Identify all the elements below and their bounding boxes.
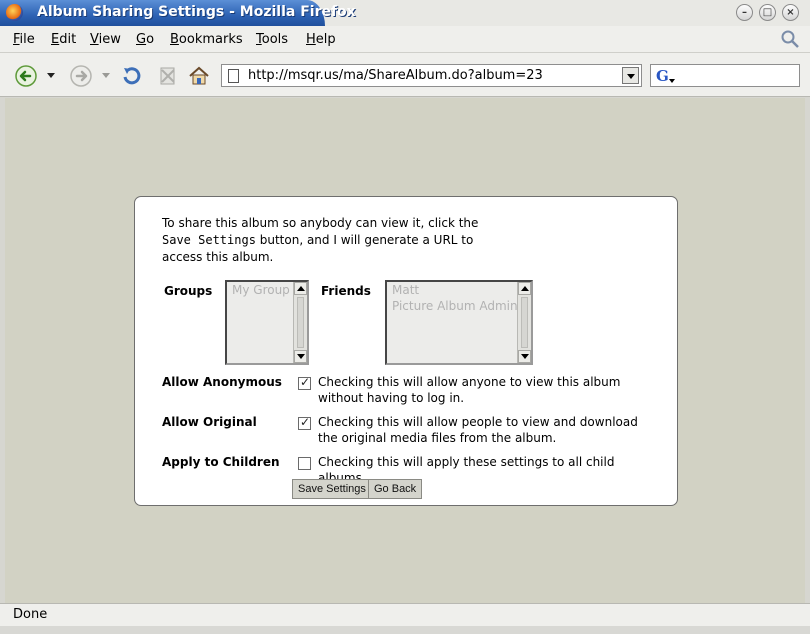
window-bottom-edge — [0, 626, 810, 634]
page-icon — [228, 69, 239, 83]
forward-icon[interactable] — [70, 65, 92, 87]
allow-anonymous-description: Checking this will allow anyone to view … — [318, 375, 621, 405]
menu-bar: File Edit View Go Bookmarks Tools Help — [0, 26, 810, 53]
menu-help[interactable]: Help — [306, 32, 336, 47]
back-dropdown-icon[interactable] — [47, 73, 55, 78]
window-title: Album Sharing Settings - Mozilla Firefox — [37, 4, 356, 20]
stop-icon[interactable] — [157, 65, 179, 87]
address-input[interactable]: http://msqr.us/ma/ShareAlbum.do?album=23 — [248, 68, 543, 83]
maximize-button[interactable]: □ — [759, 4, 776, 21]
friends-listbox[interactable]: Matt Picture Album Admin — [385, 280, 533, 365]
scroll-track[interactable] — [521, 297, 528, 348]
groups-label: Groups — [164, 284, 213, 298]
groups-scrollbar[interactable] — [293, 282, 307, 363]
window-titlebar[interactable]: Album Sharing Settings - Mozilla Firefox… — [0, 0, 810, 26]
throbber-icon — [781, 30, 799, 48]
allow-original-label: Allow Original — [162, 415, 257, 429]
friends-label: Friends — [321, 284, 371, 298]
go-back-button[interactable]: Go Back — [368, 479, 423, 499]
scroll-down-icon[interactable] — [294, 350, 307, 363]
search-engine-dropdown-icon[interactable] — [669, 79, 675, 83]
friends-option-matt[interactable]: Matt — [387, 282, 531, 298]
navigation-toolbar: http://msqr.us/ma/ShareAlbum.do?album=23… — [0, 53, 810, 97]
scroll-down-icon[interactable] — [518, 350, 531, 363]
forward-dropdown-icon[interactable] — [102, 73, 110, 78]
save-settings-button[interactable]: Save Settings — [292, 479, 372, 499]
menu-go[interactable]: Go — [136, 32, 154, 47]
close-button[interactable]: × — [782, 4, 799, 21]
allow-anonymous-label: Allow Anonymous — [162, 375, 282, 389]
apply-to-children-checkbox[interactable] — [298, 457, 311, 470]
apply-to-children-label: Apply to Children — [162, 455, 280, 469]
address-dropdown-button[interactable] — [622, 67, 639, 84]
google-search-icon[interactable]: G — [656, 67, 669, 85]
allow-original-description: Checking this will allow people to view … — [318, 415, 638, 445]
scroll-up-icon[interactable] — [518, 282, 531, 295]
checkmark-icon: ✓ — [300, 415, 311, 429]
address-bar[interactable]: http://msqr.us/ma/ShareAlbum.do?album=23 — [221, 64, 642, 87]
menu-edit[interactable]: Edit — [51, 32, 76, 47]
allow-anonymous-checkbox[interactable]: ✓ — [298, 375, 311, 390]
search-bar[interactable]: G — [650, 64, 800, 87]
friends-scrollbar[interactable] — [517, 282, 531, 363]
home-icon[interactable] — [188, 65, 210, 87]
reload-icon[interactable] — [121, 65, 143, 87]
menu-bookmarks[interactable]: Bookmarks — [170, 32, 243, 47]
checkmark-icon: ✓ — [300, 375, 311, 389]
menu-tools[interactable]: Tools — [256, 32, 288, 47]
intro-code: Save Settings — [162, 233, 256, 247]
minimize-button[interactable]: – — [736, 4, 753, 21]
status-bar: Done — [0, 603, 810, 626]
intro-text: To share this album so anybody can view … — [162, 216, 479, 264]
allow-original-checkbox[interactable]: ✓ — [298, 415, 311, 430]
menu-file[interactable]: File — [13, 32, 35, 47]
scroll-track[interactable] — [297, 297, 304, 348]
groups-listbox[interactable]: My Group — [225, 280, 309, 365]
friends-option-admin[interactable]: Picture Album Admin — [387, 298, 531, 314]
scroll-up-icon[interactable] — [294, 282, 307, 295]
menu-view[interactable]: View — [90, 32, 121, 47]
sharing-settings-panel: To share this album so anybody can view … — [134, 196, 678, 506]
firefox-icon — [6, 4, 23, 21]
status-text: Done — [13, 607, 48, 622]
back-icon[interactable] — [15, 65, 37, 87]
